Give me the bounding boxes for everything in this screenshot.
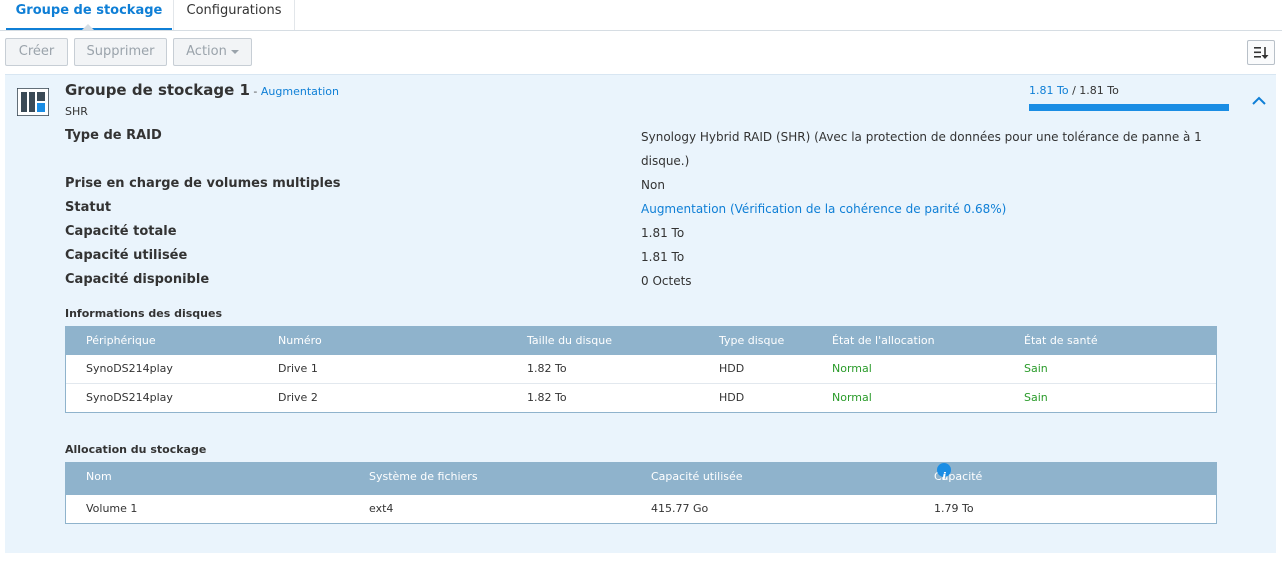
used-capacity-label: Capacité utilisée <box>65 248 188 263</box>
disk-health-state: Sain <box>1024 362 1048 375</box>
disk-type: HDD <box>719 362 745 375</box>
col-health-state[interactable]: État de santé <box>1024 327 1098 355</box>
status-value: Augmentation (Vérification de la cohéren… <box>641 197 1231 221</box>
storage-pool-panel[interactable]: Groupe de stockage 1 - Augmentation SHR … <box>5 74 1276 553</box>
parity-check-link[interactable]: Vérification de la cohérence de parité 0… <box>735 202 1002 216</box>
col-filesystem[interactable]: Système de fichiers <box>369 463 478 491</box>
volume-name: Volume 1 <box>86 502 138 515</box>
total-capacity-value: 1.81 To <box>641 226 685 240</box>
available-capacity-label: Capacité disponible <box>65 272 210 287</box>
sort-button[interactable] <box>1247 40 1275 65</box>
col-name[interactable]: Nom <box>86 463 112 491</box>
usage-used: 1.81 To <box>1029 84 1069 97</box>
disk-number: Drive 2 <box>278 391 318 404</box>
used-capacity-value: 1.81 To <box>641 250 685 264</box>
allocation-title: Allocation du stockage <box>65 443 207 456</box>
caret-down-icon <box>230 49 239 54</box>
delete-button[interactable]: Supprimer <box>74 38 167 66</box>
volume-filesystem: ext4 <box>369 502 394 515</box>
status-link[interactable]: Augmentation <box>641 202 726 216</box>
pool-title-separator: - <box>249 85 261 98</box>
status-label: Statut <box>65 200 112 215</box>
create-button[interactable]: Créer <box>5 38 68 66</box>
tab-bar: Groupe de stockage Configurations <box>0 0 1282 31</box>
disk-allocation-state: Normal <box>832 362 872 375</box>
usage-progress-bar <box>1029 104 1229 111</box>
disk-health-state: Sain <box>1024 391 1048 404</box>
col-number[interactable]: Numéro <box>278 327 322 355</box>
storage-pool-icon <box>17 88 49 116</box>
usage-readout: 1.81 To / 1.81 To <box>1029 84 1119 97</box>
total-capacity-label: Capacité totale <box>65 224 177 239</box>
volume-used-capacity: 415.77 Go <box>651 502 709 515</box>
table-row[interactable]: Volume 1 ext4 415.77 Go 1.79 To <box>66 495 1216 523</box>
table-row[interactable]: SynoDS214play Drive 2 1.82 To HDD Normal… <box>66 383 1216 412</box>
pool-title: Groupe de stockage 1 - Augmentation <box>65 81 339 99</box>
disk-allocation-state: Normal <box>832 391 872 404</box>
multi-volume-value: Non <box>641 178 665 192</box>
col-disk-type[interactable]: Type disque <box>719 327 784 355</box>
volume-total-capacity: 1.79 To <box>934 502 974 515</box>
action-button[interactable]: Action <box>173 38 252 66</box>
create-button-label: Créer <box>18 44 55 59</box>
usage-progress-fill <box>1029 104 1229 111</box>
status-paren-close: ) <box>1001 202 1007 216</box>
disk-type: HDD <box>719 391 745 404</box>
disk-device: SynoDS214play <box>86 391 173 404</box>
disk-size: 1.82 To <box>527 391 567 404</box>
pool-raid-type: SHR <box>65 105 88 118</box>
info-icon[interactable]: i <box>937 463 951 483</box>
col-allocation-state[interactable]: État de l'allocation <box>832 327 935 355</box>
col-device[interactable]: Périphérique <box>86 327 156 355</box>
chevron-up-icon[interactable] <box>1251 95 1267 107</box>
available-capacity-value: 0 Octets <box>641 274 692 288</box>
raid-type-label: Type de RAID <box>65 128 162 143</box>
multi-volume-label: Prise en charge de volumes multiples <box>65 176 341 191</box>
disk-device: SynoDS214play <box>86 362 173 375</box>
status-paren-open: ( <box>726 202 735 216</box>
pool-title-text: Groupe de stockage 1 <box>65 81 250 99</box>
delete-button-label: Supprimer <box>86 44 155 59</box>
usage-separator: / <box>1068 84 1080 97</box>
table-row[interactable]: SynoDS214play Drive 1 1.82 To HDD Normal… <box>66 355 1216 383</box>
tab-configurations[interactable]: Configurations <box>173 0 295 30</box>
usage-total: 1.81 To <box>1079 84 1119 97</box>
col-disk-size[interactable]: Taille du disque <box>527 327 612 355</box>
disk-info-grid: Périphérique Numéro Taille du disque Typ… <box>65 326 1217 413</box>
disk-grid-header: Périphérique Numéro Taille du disque Typ… <box>66 327 1216 355</box>
action-button-label: Action <box>186 44 227 59</box>
pool-status-link[interactable]: Augmentation <box>261 85 339 98</box>
allocation-grid: Nom Système de fichiers Capacité utilisé… <box>65 462 1217 524</box>
disk-size: 1.82 To <box>527 362 567 375</box>
disk-number: Drive 1 <box>278 362 318 375</box>
active-tab-caret <box>82 24 94 30</box>
sort-icon <box>1254 47 1269 59</box>
raid-type-value: Synology Hybrid RAID (SHR) (Avec la prot… <box>641 130 1202 168</box>
disk-info-title: Informations des disques <box>65 307 222 320</box>
allocation-grid-header: Nom Système de fichiers Capacité utilisé… <box>66 463 1216 511</box>
col-used-capacity[interactable]: Capacité utilisée <box>651 463 743 491</box>
